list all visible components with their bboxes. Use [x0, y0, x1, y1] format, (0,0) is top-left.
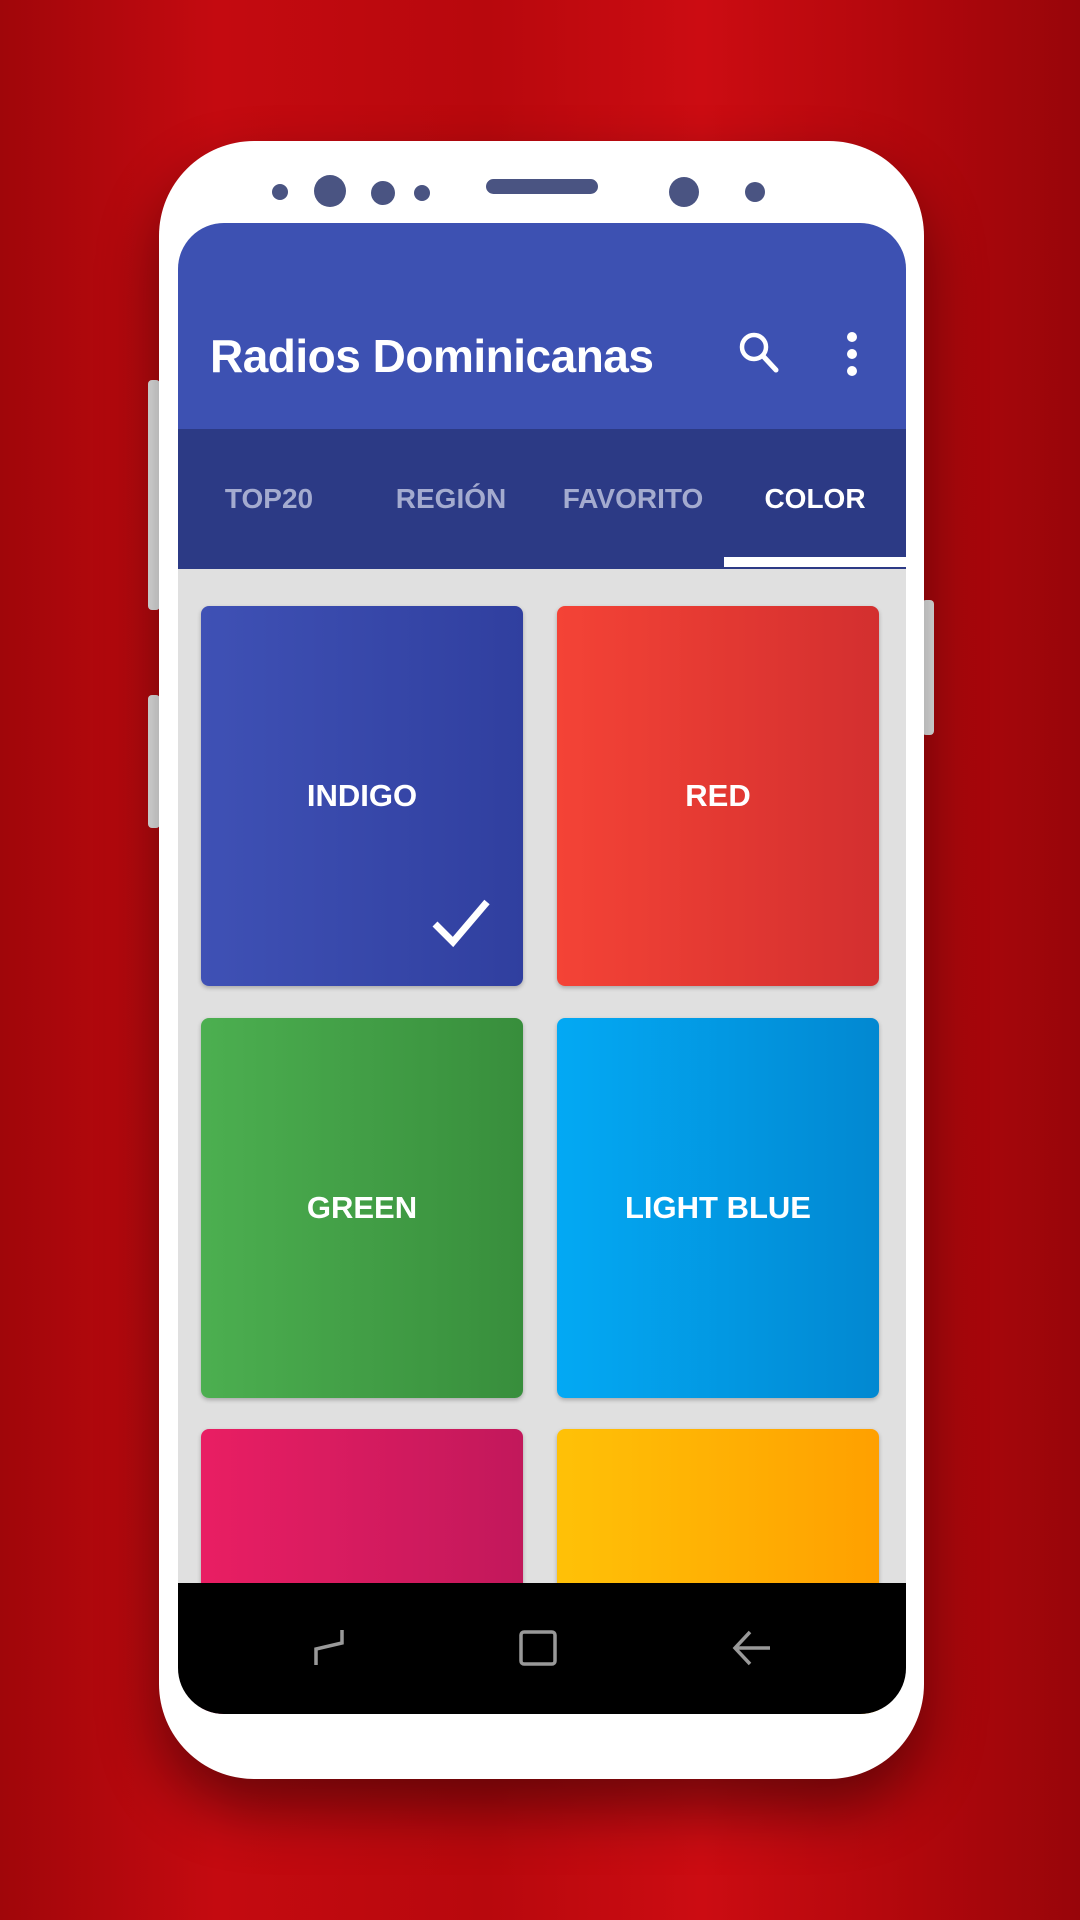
tab-favorito[interactable]: FAVORITO	[542, 429, 724, 569]
color-card-green[interactable]: GREEN	[201, 1018, 523, 1398]
search-icon[interactable]	[736, 329, 782, 375]
color-label: GREEN	[306, 1190, 418, 1225]
sensor-dot	[745, 182, 765, 202]
color-label: RED	[685, 778, 751, 813]
recent-apps-icon[interactable]	[312, 1627, 348, 1669]
home-icon[interactable]	[518, 1629, 558, 1667]
check-icon	[432, 899, 490, 948]
speaker-grille	[486, 179, 598, 194]
back-icon[interactable]	[732, 1629, 772, 1667]
tab-color[interactable]: COLOR	[724, 429, 906, 569]
tab-region[interactable]: REGIÓN	[360, 429, 542, 569]
app-bar: Radios Dominicanas	[178, 223, 906, 429]
sensor-dot	[371, 181, 395, 205]
app-title: Radios Dominicanas	[210, 330, 654, 382]
tab-bar: TOP20 REGIÓN FAVORITO COLOR	[178, 429, 906, 569]
tab-indicator	[724, 557, 906, 567]
color-card-light-blue[interactable]: LIGHT BLUE	[557, 1018, 879, 1398]
phone-screen: Radios Dominicanas TOP20 REGIÓN FAVORITO…	[178, 223, 906, 1714]
color-card-red[interactable]: RED	[557, 606, 879, 986]
sensor-dot	[272, 184, 288, 200]
color-card-indigo[interactable]: INDIGO	[201, 606, 523, 986]
sensor-dot	[414, 185, 430, 201]
camera-icon	[669, 177, 699, 207]
more-vert-icon[interactable]	[844, 331, 860, 377]
color-label: INDIGO	[306, 778, 418, 813]
color-label: LIGHT BLUE	[625, 1190, 811, 1225]
system-nav-bar	[178, 1583, 906, 1714]
camera-icon	[314, 175, 346, 207]
tab-top20[interactable]: TOP20	[178, 429, 360, 569]
